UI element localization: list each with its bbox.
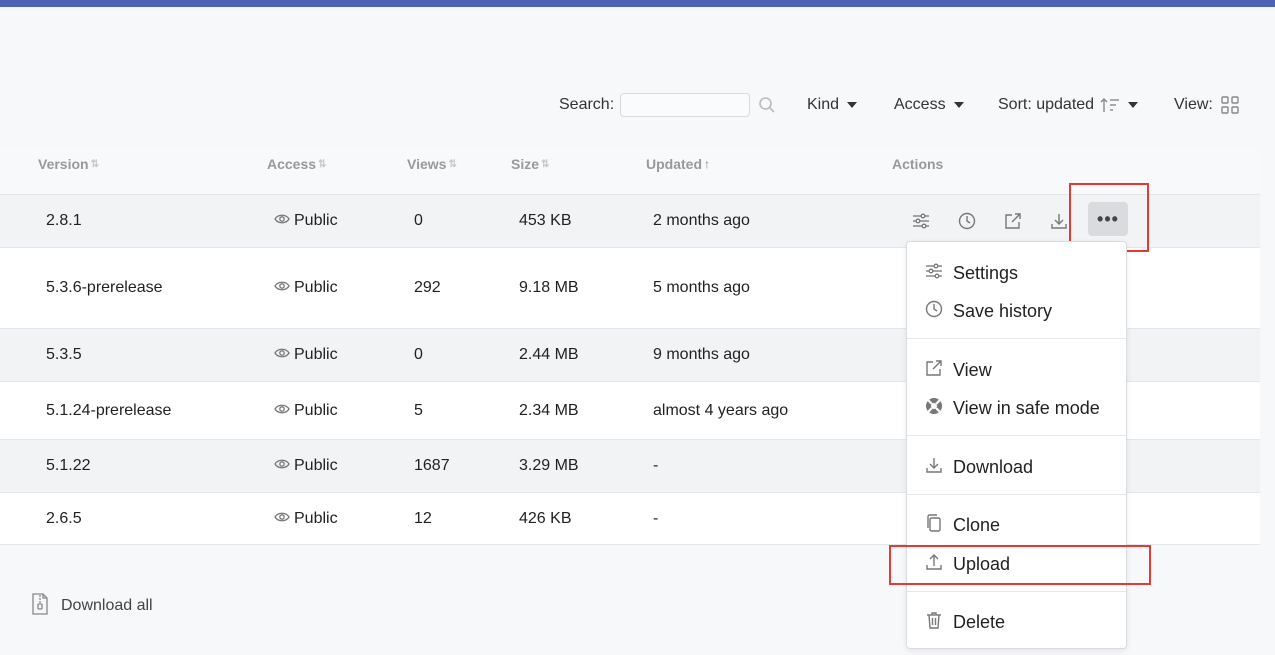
version-cell[interactable]: 5.3.6-prerelease: [46, 248, 163, 328]
access-dropdown[interactable]: Access: [894, 90, 964, 120]
search-icon[interactable]: [758, 96, 776, 114]
updated-cell: -: [653, 509, 659, 527]
access-cell: Public: [274, 195, 338, 247]
download-icon: [925, 456, 953, 479]
eye-icon: [274, 212, 294, 230]
updated-cell: 9 months ago: [653, 346, 750, 363]
column-header-views[interactable]: Views ⇅: [407, 156, 457, 172]
version-cell[interactable]: 2.8.1: [46, 195, 82, 247]
size-cell: 426 KB: [519, 509, 572, 527]
history-icon: [925, 300, 953, 323]
sort-ascending-icon: [1100, 97, 1120, 113]
size-cell: 2.34 MB: [519, 401, 579, 419]
size-cell: 3.29 MB: [519, 457, 579, 474]
eye-icon: [274, 346, 294, 364]
access-label: Access: [894, 96, 946, 113]
menu-item-delete[interactable]: Delete: [925, 609, 1005, 635]
chevron-down-icon: [953, 102, 964, 108]
column-header-actions: Actions: [892, 156, 944, 172]
version-cell[interactable]: 5.3.5: [46, 329, 82, 381]
menu-item-download[interactable]: Download: [925, 454, 1033, 480]
size-cell: 2.44 MB: [519, 346, 579, 363]
access-cell: Public: [274, 329, 338, 381]
views-cell: 292: [414, 279, 441, 296]
settings-icon[interactable]: [908, 208, 934, 234]
menu-divider: [907, 338, 1126, 339]
search-input[interactable]: [620, 93, 751, 117]
eye-icon: [274, 457, 294, 475]
views-cell: 12: [414, 509, 432, 527]
menu-item-settings[interactable]: Settings: [925, 260, 1018, 286]
external-link-icon: [925, 359, 953, 382]
top-accent-bar: [0, 0, 1275, 7]
menu-item-upload[interactable]: Upload: [925, 551, 1010, 577]
eye-icon: [274, 402, 294, 420]
more-actions-button[interactable]: •••: [1088, 202, 1128, 236]
access-cell: Public: [274, 493, 338, 544]
copy-icon: [925, 513, 953, 537]
version-cell[interactable]: 5.1.22: [46, 440, 90, 492]
views-cell: 1687: [414, 457, 450, 474]
view-toggle[interactable]: View:: [1174, 90, 1239, 120]
views-cell: 0: [414, 346, 423, 363]
grid-icon[interactable]: [1221, 96, 1239, 114]
size-cell: 453 KB: [519, 212, 572, 229]
menu-item-clone[interactable]: Clone: [925, 512, 1000, 538]
menu-divider: [907, 494, 1126, 495]
zip-file-icon: [31, 592, 61, 620]
kind-dropdown[interactable]: Kind: [807, 90, 858, 120]
row-actions: [908, 195, 1092, 247]
updated-cell: -: [653, 457, 659, 474]
updated-cell: almost 4 years ago: [653, 401, 789, 419]
menu-item-save-history[interactable]: Save history: [925, 298, 1052, 324]
access-cell: Public: [274, 248, 338, 328]
toolbar: Search: Kind Access Sort: updated View:: [0, 90, 1275, 122]
menu-item-view[interactable]: View: [925, 357, 992, 383]
column-header-version[interactable]: Version ⇅: [38, 156, 99, 172]
updated-cell: 5 months ago: [653, 279, 750, 296]
updated-cell: 2 months ago: [653, 212, 750, 229]
menu-divider: [907, 435, 1126, 436]
search-label: Search:: [559, 96, 615, 113]
download-icon[interactable]: [1046, 208, 1072, 234]
sort-label: Sort: updated: [998, 96, 1095, 113]
upload-icon: [925, 553, 953, 576]
menu-item-view-safe-mode[interactable]: View in safe mode: [925, 395, 1100, 421]
chevron-down-icon: [1128, 102, 1139, 108]
view-label: View:: [1174, 96, 1213, 113]
trash-icon: [925, 611, 953, 634]
table-header: Version ⇅ Access ⇅ Views ⇅ Size ⇅ Updated ↑ A…: [0, 147, 1260, 195]
size-cell: 9.18 MB: [519, 279, 579, 296]
views-cell: 5: [414, 401, 423, 419]
kind-label: Kind: [807, 96, 840, 113]
version-cell[interactable]: 5.1.24-prerelease: [46, 382, 171, 439]
views-cell: 0: [414, 212, 423, 229]
history-icon[interactable]: [954, 208, 980, 234]
version-cell[interactable]: 2.6.5: [46, 493, 82, 544]
settings-icon: [925, 263, 953, 284]
column-header-updated[interactable]: Updated ↑: [646, 156, 710, 172]
column-header-access[interactable]: Access ⇅: [267, 156, 326, 172]
access-cell: Public: [274, 440, 338, 492]
search-group: Search:: [559, 90, 776, 120]
download-all-link[interactable]: Download all: [31, 592, 153, 620]
access-cell: Public: [274, 382, 338, 439]
lifebuoy-icon: [925, 397, 953, 420]
eye-icon: [274, 510, 294, 528]
external-link-icon[interactable]: [1000, 208, 1026, 234]
column-header-size[interactable]: Size ⇅: [511, 156, 549, 172]
actions-menu: Settings Save history View View in safe …: [906, 241, 1127, 649]
eye-icon: [274, 279, 294, 297]
menu-divider: [907, 591, 1126, 592]
sort-dropdown[interactable]: Sort: updated: [998, 90, 1139, 120]
chevron-down-icon: [847, 102, 858, 108]
